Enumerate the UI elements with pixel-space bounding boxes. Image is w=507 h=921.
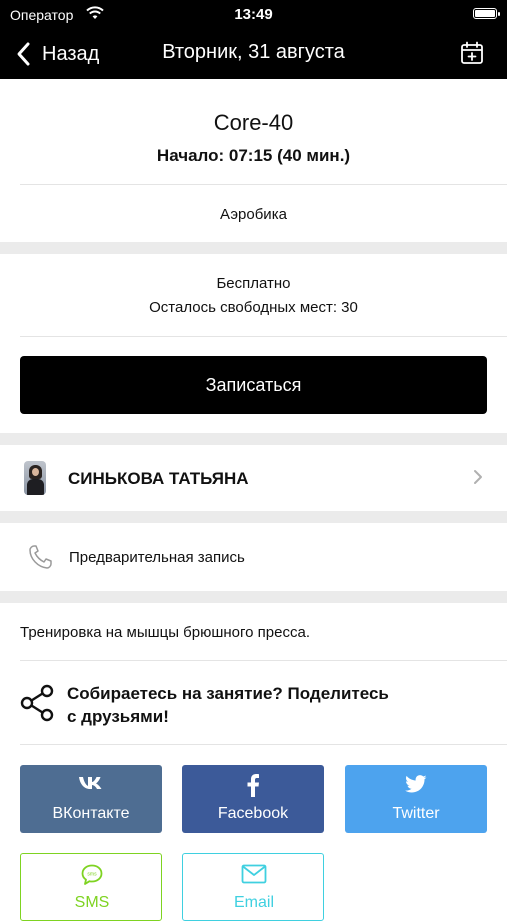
share-email-label: Email: [233, 894, 274, 911]
class-name: Core-40: [213, 110, 294, 135]
trainer-name: СИНЬКОВА ТАТЬЯНА: [68, 469, 249, 488]
trainer-row[interactable]: СИНЬКОВА ТАТЬЯНА: [0, 445, 507, 511]
share-sms-button[interactable]: sms SMS: [20, 853, 162, 921]
trainer-avatar: [24, 461, 46, 495]
sms-icon: sms: [21, 864, 163, 891]
price-label: Бесплатно: [216, 275, 291, 292]
chevron-left-icon: [17, 42, 30, 66]
section-separator: [0, 511, 507, 523]
share-facebook-label: Facebook: [217, 805, 289, 822]
divider: [20, 660, 507, 661]
class-description: Тренировка на мышцы брюшного пресса.: [20, 624, 310, 641]
pre-booking-label: Предварительная запись: [69, 549, 245, 566]
section-separator: [0, 591, 507, 603]
share-prompt-line1: Собираетесь на занятие? Поделитесь: [67, 684, 389, 703]
share-vk-button[interactable]: ВКонтакте: [20, 765, 162, 833]
battery-icon: [473, 8, 500, 19]
facebook-icon: [182, 773, 324, 802]
description-section: Тренировка на мышцы брюшного пресса. Соб…: [0, 603, 507, 921]
status-bar: Оператор 13:49: [0, 0, 507, 30]
share-prompt-line2: с друзьями!: [67, 707, 169, 726]
clock: 13:49: [234, 6, 273, 23]
section-separator: [0, 433, 507, 445]
share-twitter-label: Twitter: [392, 805, 440, 822]
add-to-calendar-icon[interactable]: [459, 40, 485, 66]
chevron-right-icon: [474, 470, 482, 484]
class-start-time: Начало: 07:15 (40 мин.): [156, 146, 351, 165]
share-icon: [20, 684, 54, 722]
divider: [20, 336, 507, 337]
signup-button[interactable]: Записаться: [20, 356, 487, 414]
phone-icon: [29, 545, 52, 569]
divider: [20, 184, 507, 185]
twitter-icon: [345, 775, 487, 798]
share-vk-label: ВКонтакте: [52, 805, 130, 822]
class-category: Аэробика: [220, 206, 287, 223]
share-email-button[interactable]: Email: [182, 853, 324, 921]
share-sms-label: SMS: [74, 894, 110, 911]
class-header-section: Core-40 Начало: 07:15 (40 мин.) Аэробика: [0, 79, 507, 242]
back-button[interactable]: Назад: [14, 40, 99, 68]
spots-left-label: Осталось свободных мест: 30: [149, 299, 358, 316]
booking-section: Бесплатно Осталось свободных мест: 30 За…: [0, 254, 507, 433]
section-separator: [0, 242, 507, 254]
share-facebook-button[interactable]: Facebook: [182, 765, 324, 833]
share-twitter-button[interactable]: Twitter: [345, 765, 487, 833]
divider: [20, 744, 507, 745]
email-icon: [183, 864, 325, 889]
vk-icon: [20, 775, 162, 796]
navigation-bar: Назад Вторник, 31 августа: [0, 30, 507, 79]
share-prompt: Собираетесь на занятие? Поделитесь с дру…: [67, 682, 389, 728]
back-label: Назад: [42, 42, 100, 65]
pre-booking-row[interactable]: Предварительная запись: [0, 523, 507, 591]
svg-text:sms: sms: [87, 872, 97, 878]
